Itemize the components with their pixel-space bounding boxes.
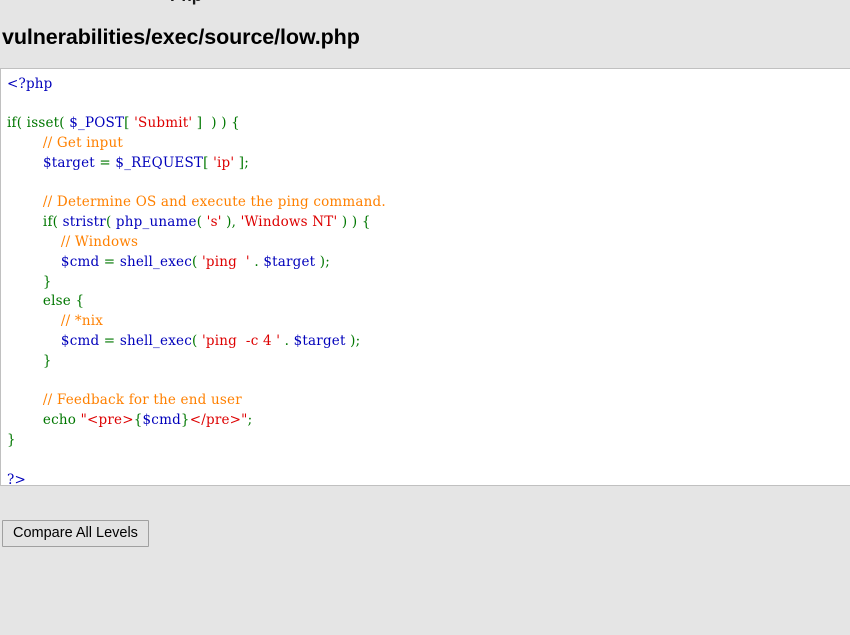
code-token: (: [196, 214, 207, 231]
code-token: $cmd: [60, 253, 100, 270]
code-token: echo: [7, 412, 81, 429]
code-token: // Windows: [7, 234, 139, 251]
code-token: $target: [293, 333, 346, 349]
source-view-page: Php vulnerabilities/exec/source/low.php …: [0, 0, 850, 635]
code-token: (: [105, 214, 116, 231]
source-code-box: <?php if( isset( $_POST[ 'Submit' ] ) ) …: [0, 67, 850, 486]
code-token: ;: [247, 412, 253, 429]
code-token: php_uname: [115, 214, 197, 231]
code-token: if( isset(: [7, 115, 70, 132]
code-token: if(: [7, 214, 63, 231]
code-token: ) ) {: [337, 214, 371, 231]
code-token: // *nix: [7, 313, 104, 330]
code-token: }: [7, 273, 52, 290]
code-token: $target: [263, 253, 316, 270]
code-token: 'ping -c 4 ': [201, 333, 281, 349]
code-token: stristr: [62, 214, 106, 231]
code-token: $_POST: [69, 115, 125, 132]
code-token: $target: [42, 154, 95, 171]
compare-all-levels-button[interactable]: Compare All Levels: [2, 519, 149, 548]
code-token: // Determine OS and execute the ping com…: [7, 194, 386, 211]
code-token: [: [124, 115, 135, 132]
code-token: // Feedback for the end user: [7, 392, 242, 409]
button-row: Compare All Levels: [0, 519, 850, 548]
code-token: =: [99, 333, 120, 349]
code-token: }: [7, 431, 16, 448]
code-token: [: [203, 154, 214, 171]
code-token: =: [94, 154, 116, 171]
code-token: ];: [234, 154, 250, 171]
code-token: 'ip': [213, 154, 235, 171]
code-token: shell_exec: [119, 253, 192, 270]
code-token: =: [99, 253, 120, 270]
code-token: 's': [206, 214, 222, 231]
code-token: {: [133, 412, 143, 429]
code-token: // Get input: [7, 135, 123, 152]
code-token: }: [180, 412, 190, 429]
code-token: $_REQUEST: [115, 154, 204, 171]
code-token: 'Windows NT': [240, 214, 338, 231]
clipped-header-text: Php: [170, 0, 202, 6]
code-token: shell_exec: [119, 333, 192, 349]
code-token: ] ) ) {: [192, 115, 240, 132]
code-token: (: [191, 253, 202, 270]
code-token: 'ping ': [201, 253, 250, 270]
code-token: .: [249, 253, 264, 270]
code-token: $cmd: [60, 333, 100, 349]
code-token: else {: [7, 293, 85, 310]
code-token: (: [191, 333, 202, 349]
code-token: ),: [221, 214, 241, 231]
code-token: 'Submit': [134, 115, 193, 132]
page-title: vulnerabilities/exec/source/low.php: [2, 25, 360, 49]
code-token: }: [7, 352, 52, 369]
code-token: );: [315, 253, 331, 270]
code-token: "<pre>: [80, 412, 134, 429]
code-token: <?php: [7, 75, 53, 92]
code-token: .: [280, 333, 294, 349]
code-token: </pre>": [189, 412, 248, 429]
clipped-header-strip: Php: [0, 0, 850, 10]
code-token: $cmd: [142, 412, 181, 429]
source-code: <?php if( isset( $_POST[ 'Submit' ] ) ) …: [7, 75, 850, 486]
code-token: );: [345, 333, 361, 349]
code-token: ?>: [7, 471, 26, 486]
